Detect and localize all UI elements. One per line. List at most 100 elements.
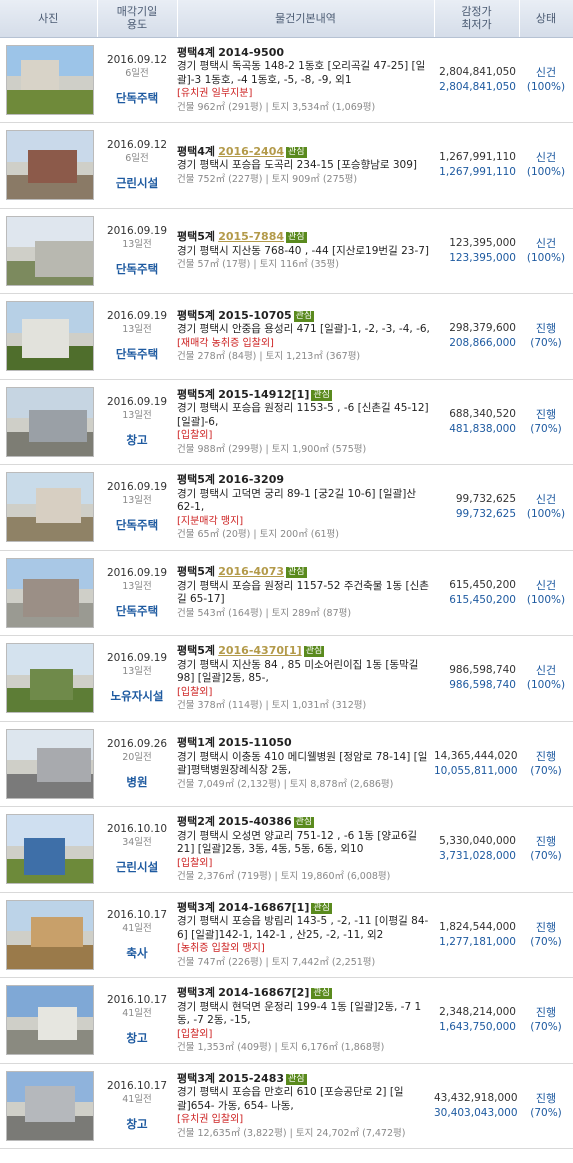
date-cell: 2016.09.12 6일전 단독주택	[97, 37, 177, 123]
table-row[interactable]: 2016.09.12 6일전 단독주택 평택4계 2014-9500 경기 평택시 독곡…	[0, 37, 573, 123]
status-text: 진행	[535, 920, 557, 934]
status-percent: (70%)	[530, 422, 562, 435]
photo-building	[29, 409, 87, 442]
photo-cell[interactable]	[0, 977, 97, 1064]
date-cell: 2016.09.19 13일전 노유자시설	[97, 635, 177, 722]
info-cell: 평택5계 2016-3209 경기 평택시 고덕면 궁리 89-1 [궁2길 10…	[177, 464, 434, 551]
date-cell: 2016.09.12 6일전 근린시설	[97, 122, 177, 209]
status-text: 신건	[535, 151, 557, 165]
photo-cell[interactable]	[0, 293, 97, 380]
property-use: 창고	[126, 1116, 148, 1131]
property-photo[interactable]	[6, 472, 94, 543]
case-number-link[interactable]: 2014-16867[1]	[218, 901, 309, 914]
interest-badge[interactable]: 관심	[286, 146, 307, 158]
case-number-link[interactable]: 2015-2483	[218, 1072, 284, 1085]
case-number-link[interactable]: 2016-3209	[218, 473, 284, 486]
case-number-link[interactable]: 2015-14912[1]	[218, 388, 309, 401]
case-number-link[interactable]: 2014-16867[2]	[218, 986, 309, 999]
court-name: 평택5계	[177, 644, 216, 657]
photo-cell[interactable]	[0, 1063, 97, 1149]
interest-badge[interactable]: 관심	[286, 232, 307, 243]
appraisal-price: 2,804,841,050	[439, 65, 516, 78]
case-number-link[interactable]: 2016-2404	[218, 145, 284, 158]
status-cell: 신건 (100%)	[519, 122, 573, 209]
property-photo[interactable]	[6, 899, 94, 970]
minimum-price: 10,055,811,000	[434, 764, 518, 777]
price-cell: 1,267,991,110 1,267,991,110	[434, 122, 519, 209]
minimum-price: 986,598,740	[449, 679, 516, 692]
case-number-link[interactable]: 2015-10705	[218, 309, 291, 322]
status-cell: 신건 (100%)	[519, 550, 573, 636]
court-name: 평택5계	[177, 308, 216, 322]
photo-cell[interactable]	[0, 892, 97, 978]
table-row[interactable]: 2016.09.19 13일전 단독주택 평택5계 2016-3209 경기 평택시 고…	[0, 464, 573, 551]
interest-badge[interactable]: 관심	[293, 817, 315, 828]
area-info: 건물 2,376㎡ (719평) | 토지 19,860㎡ (6,008평)	[177, 871, 391, 882]
interest-badge[interactable]: 관심	[286, 1073, 307, 1085]
property-photo[interactable]	[6, 814, 94, 885]
photo-cell[interactable]	[0, 122, 97, 209]
interest-badge[interactable]: 관심	[286, 567, 307, 579]
court-name: 평택5계	[177, 565, 216, 579]
case-number-link[interactable]: 2015-40386	[218, 815, 291, 828]
property-use: 단독주택	[115, 261, 159, 276]
case-number-link[interactable]: 2015-7884	[218, 230, 284, 243]
status-percent: (100%)	[526, 80, 566, 93]
appraisal-price: 615,450,200	[449, 578, 516, 591]
property-photo[interactable]	[6, 728, 94, 799]
minimum-price: 1,277,181,000	[439, 935, 516, 948]
table-row[interactable]: 2016.09.19 13일전 단독주택 평택5계 2016-4073 관심 경기 평택시…	[0, 550, 573, 636]
table-row[interactable]: 2016.09.26 20일전 병원 평택1계 2015-11050 경기 평택시 이충…	[0, 721, 573, 807]
case-number-link[interactable]: 2016-4370[1]	[218, 644, 302, 657]
area-info: 건물 12,635㎡ (3,822평) | 토지 24,702㎡ (7,472평…	[177, 1127, 406, 1139]
table-row[interactable]: 2016.09.19 13일전 단독주택 평택5계 2015-10705 관심 경기 평택…	[0, 293, 573, 380]
case-number-link[interactable]: 2015-11050	[218, 736, 291, 749]
property-photo[interactable]	[6, 643, 94, 714]
date-cell: 2016.09.19 13일전 창고	[97, 379, 177, 465]
appraisal-price: 123,395,000	[449, 236, 516, 249]
special-conditions: [입찰외]	[177, 857, 213, 869]
photo-cell[interactable]	[0, 721, 97, 807]
case-number-link[interactable]: 2014-9500	[218, 46, 284, 59]
date-cell: 2016.09.19 13일전 단독주택	[97, 550, 177, 636]
sale-date: 2016.09.12	[106, 139, 168, 152]
property-photo[interactable]	[6, 215, 94, 286]
table-row[interactable]: 2016.09.19 13일전 단독주택 평택5계 2015-7884 관심 경기 평택시…	[0, 208, 573, 294]
interest-badge[interactable]: 관심	[311, 902, 332, 914]
photo-cell[interactable]	[0, 208, 97, 294]
table-row[interactable]: 2016.10.17 41일전 축사 평택3계 2014-16867[1] 관심 경기 평…	[0, 892, 573, 978]
property-photo[interactable]	[6, 301, 94, 372]
table-row[interactable]: 2016.10.17 41일전 창고 평택3계 2014-16867[2] 관심 경기 평…	[0, 977, 573, 1064]
property-photo[interactable]	[6, 557, 94, 628]
case-number-link[interactable]: 2016-4073	[218, 565, 284, 578]
table-row[interactable]: 2016.10.17 41일전 창고 평택3계 2015-2483 관심 경기 평택시 포…	[0, 1063, 573, 1149]
interest-badge[interactable]: 관심	[293, 310, 315, 322]
area-info: 건물 57㎡ (17평) | 토지 116㎡ (35평)	[177, 259, 339, 270]
interest-badge[interactable]: 관심	[311, 988, 332, 999]
interest-badge[interactable]: 관심	[311, 389, 332, 401]
special-conditions: [재매각 농취증 입찰외]	[177, 337, 274, 349]
photo-cell[interactable]	[0, 379, 97, 465]
property-photo[interactable]	[6, 386, 94, 457]
interest-badge[interactable]: 관심	[303, 646, 325, 657]
property-photo[interactable]	[6, 130, 94, 201]
table-row[interactable]: 2016.10.10 34일전 근린시설 평택2계 2015-40386 관심 경기 평택…	[0, 806, 573, 893]
table-row[interactable]: 2016.09.19 13일전 노유자시설 평택5계 2016-4370[1] 관심 경기…	[0, 635, 573, 722]
court-name: 평택1계	[177, 736, 216, 750]
date-cell: 2016.09.26 20일전 병원	[97, 721, 177, 807]
table-row[interactable]: 2016.09.19 13일전 창고 평택5계 2015-14912[1] 관심 경기 평…	[0, 379, 573, 465]
property-photo[interactable]	[6, 1070, 94, 1141]
info-cell: 평택2계 2015-40386 관심 경기 평택시 오성면 양교리 751-12 ,…	[177, 806, 434, 893]
appraisal-price: 298,379,600	[449, 322, 516, 335]
property-photo[interactable]	[6, 985, 94, 1056]
photo-cell[interactable]	[0, 635, 97, 722]
sale-date: 2016.09.19	[106, 566, 168, 579]
appraisal-price: 688,340,520	[449, 407, 516, 420]
property-photo[interactable]	[6, 44, 94, 115]
minimum-price: 123,395,000	[449, 251, 516, 264]
photo-cell[interactable]	[0, 464, 97, 551]
photo-cell[interactable]	[0, 37, 97, 123]
photo-cell[interactable]	[0, 550, 97, 636]
photo-cell[interactable]	[0, 806, 97, 893]
table-row[interactable]: 2016.09.12 6일전 근린시설 평택4계 2016-2404 관심 경기 평택시 …	[0, 122, 573, 209]
